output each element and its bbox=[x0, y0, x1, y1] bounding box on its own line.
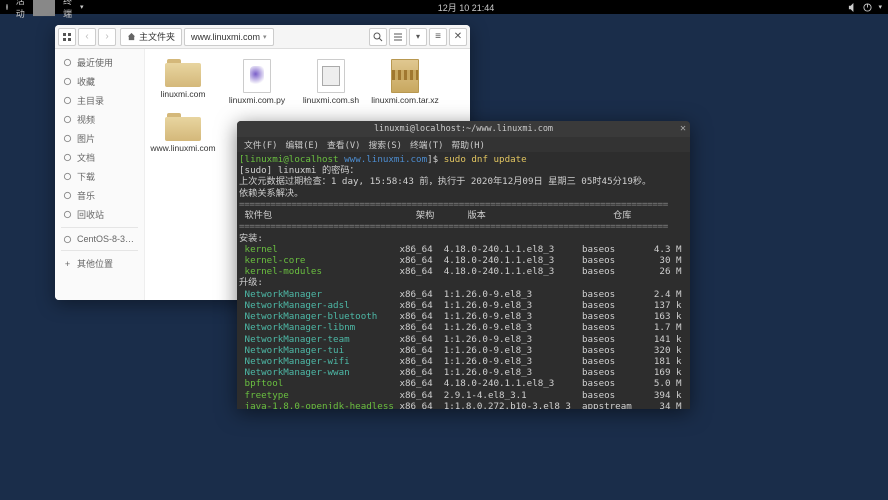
list-icon bbox=[393, 32, 403, 42]
path-home-label: 主文件夹 bbox=[139, 30, 175, 43]
file-label: linuxmi.com.tar.xz bbox=[371, 95, 439, 105]
volume-icon[interactable] bbox=[848, 3, 857, 12]
terminal-menu-item[interactable]: 编辑(E) bbox=[282, 138, 321, 151]
sidebar-item-label: CentOS-8-3… bbox=[77, 234, 134, 244]
hamburger-icon: ≡ bbox=[435, 31, 441, 42]
sidebar-item-other[interactable]: + 其他位置 bbox=[55, 254, 144, 273]
file-icon bbox=[243, 59, 271, 93]
music-icon bbox=[63, 191, 72, 200]
terminal-menubar: 文件(F)编辑(E)查看(V)搜索(S)终端(T)帮助(H) bbox=[237, 137, 690, 152]
folder-icon bbox=[165, 113, 201, 141]
active-app-label[interactable]: 终端 bbox=[63, 0, 72, 20]
disk-icon bbox=[63, 235, 72, 244]
chevron-down-icon: ▾ bbox=[416, 32, 420, 41]
sidebar-item-label: 主目录 bbox=[77, 94, 104, 107]
sidebar-item-video[interactable]: 视频 bbox=[55, 110, 144, 129]
file-label: linuxmi.com bbox=[161, 89, 206, 99]
file-item[interactable]: linuxmi.com bbox=[153, 59, 213, 105]
view-menu-button[interactable]: ▾ bbox=[409, 28, 427, 46]
sidebar-item-trash[interactable]: 回收站 bbox=[55, 205, 144, 224]
file-item[interactable]: linuxmi.com.tar.xz bbox=[375, 59, 435, 105]
system-menu-arrow-icon[interactable]: ▾ bbox=[878, 3, 882, 11]
folder-icon bbox=[165, 59, 201, 87]
hamburger-button[interactable]: ≡ bbox=[429, 28, 447, 46]
search-icon bbox=[373, 32, 383, 42]
activities-label[interactable]: 活动 bbox=[16, 0, 25, 20]
sidebar-item-star[interactable]: 收藏 bbox=[55, 72, 144, 91]
video-icon bbox=[63, 115, 72, 124]
sidebar-item-download[interactable]: 下载 bbox=[55, 167, 144, 186]
clock[interactable]: 12月 10 21:44 bbox=[84, 1, 849, 14]
sidebar-item-label: 收藏 bbox=[77, 75, 95, 88]
path-bar: 主文件夹 www.linuxmi.com ▾ bbox=[120, 28, 274, 46]
terminal-menu-item[interactable]: 终端(T) bbox=[407, 138, 446, 151]
download-icon bbox=[63, 172, 72, 181]
terminal-window: linuxmi@localhost:~/www.linuxmi.com ✕ 文件… bbox=[237, 121, 690, 409]
file-label: linuxmi.com.py bbox=[229, 95, 285, 105]
sidebar-item-doc[interactable]: 文档 bbox=[55, 148, 144, 167]
home-icon bbox=[127, 32, 136, 41]
trash-icon bbox=[63, 210, 72, 219]
fm-sidebar: 最近使用收藏主目录视频图片文档下载音乐回收站 CentOS-8-3… + 其他位置 bbox=[55, 49, 145, 300]
home-icon bbox=[63, 96, 72, 105]
terminal-titlebar[interactable]: linuxmi@localhost:~/www.linuxmi.com ✕ bbox=[237, 121, 690, 137]
gnome-topbar: 活动 终端 ▾ 12月 10 21:44 ▾ bbox=[0, 0, 888, 14]
sidebar-item-label: 音乐 bbox=[77, 189, 95, 202]
close-button[interactable]: ✕ bbox=[449, 28, 467, 46]
sidebar-item-label: 最近使用 bbox=[77, 56, 113, 69]
terminal-title: linuxmi@localhost:~/www.linuxmi.com bbox=[374, 124, 553, 134]
terminal-body[interactable]: [linuxmi@localhost www.linuxmi.com]$ sud… bbox=[237, 152, 690, 409]
path-current[interactable]: www.linuxmi.com ▾ bbox=[184, 28, 274, 46]
file-item[interactable]: linuxmi.com.sh bbox=[301, 59, 361, 105]
file-icon bbox=[317, 59, 345, 93]
sidebar-item-label: 图片 bbox=[77, 132, 95, 145]
power-icon[interactable] bbox=[863, 3, 872, 12]
plus-icon: + bbox=[63, 259, 72, 269]
forward-button[interactable]: › bbox=[98, 28, 116, 46]
image-icon bbox=[63, 134, 72, 143]
sidebar-item-disk[interactable]: CentOS-8-3… bbox=[55, 231, 144, 247]
sidebar-item-image[interactable]: 图片 bbox=[55, 129, 144, 148]
clock-icon bbox=[63, 58, 72, 67]
file-icon bbox=[391, 59, 419, 93]
sidebar-item-label: 其他位置 bbox=[77, 257, 113, 270]
view-list-button[interactable] bbox=[389, 28, 407, 46]
star-icon bbox=[63, 77, 72, 86]
grid-icon bbox=[62, 32, 72, 42]
file-item[interactable]: www.linuxmi.com bbox=[153, 113, 213, 153]
sidebar-item-clock[interactable]: 最近使用 bbox=[55, 53, 144, 72]
sidebar-item-label: 视频 bbox=[77, 113, 95, 126]
fm-toolbar: ‹ › 主文件夹 www.linuxmi.com ▾ ▾ ≡ ✕ bbox=[55, 25, 470, 49]
terminal-menu-item[interactable]: 文件(F) bbox=[241, 138, 280, 151]
doc-icon bbox=[63, 153, 72, 162]
terminal-app-icon[interactable] bbox=[33, 0, 55, 18]
sidebar-separator bbox=[61, 227, 138, 228]
sidebar-item-label: 回收站 bbox=[77, 208, 104, 221]
file-label: www.linuxmi.com bbox=[150, 143, 215, 153]
sidebar-item-label: 文档 bbox=[77, 151, 95, 164]
activities-indicator-icon[interactable] bbox=[6, 4, 8, 10]
sidebar-separator bbox=[61, 250, 138, 251]
path-menu-arrow-icon: ▾ bbox=[263, 33, 267, 41]
terminal-menu-item[interactable]: 搜索(S) bbox=[365, 138, 404, 151]
terminal-menu-item[interactable]: 帮助(H) bbox=[448, 138, 487, 151]
search-button[interactable] bbox=[369, 28, 387, 46]
close-icon: ✕ bbox=[454, 31, 462, 42]
terminal-menu-item[interactable]: 查看(V) bbox=[324, 138, 363, 151]
new-tab-button[interactable] bbox=[58, 28, 76, 46]
file-item[interactable]: linuxmi.com.py bbox=[227, 59, 287, 105]
path-current-label: www.linuxmi.com bbox=[191, 32, 260, 42]
terminal-close-button[interactable]: ✕ bbox=[680, 123, 686, 134]
sidebar-item-music[interactable]: 音乐 bbox=[55, 186, 144, 205]
sidebar-item-label: 下载 bbox=[77, 170, 95, 183]
sidebar-item-home[interactable]: 主目录 bbox=[55, 91, 144, 110]
path-home[interactable]: 主文件夹 bbox=[120, 28, 182, 46]
file-label: linuxmi.com.sh bbox=[303, 95, 359, 105]
back-button[interactable]: ‹ bbox=[78, 28, 96, 46]
